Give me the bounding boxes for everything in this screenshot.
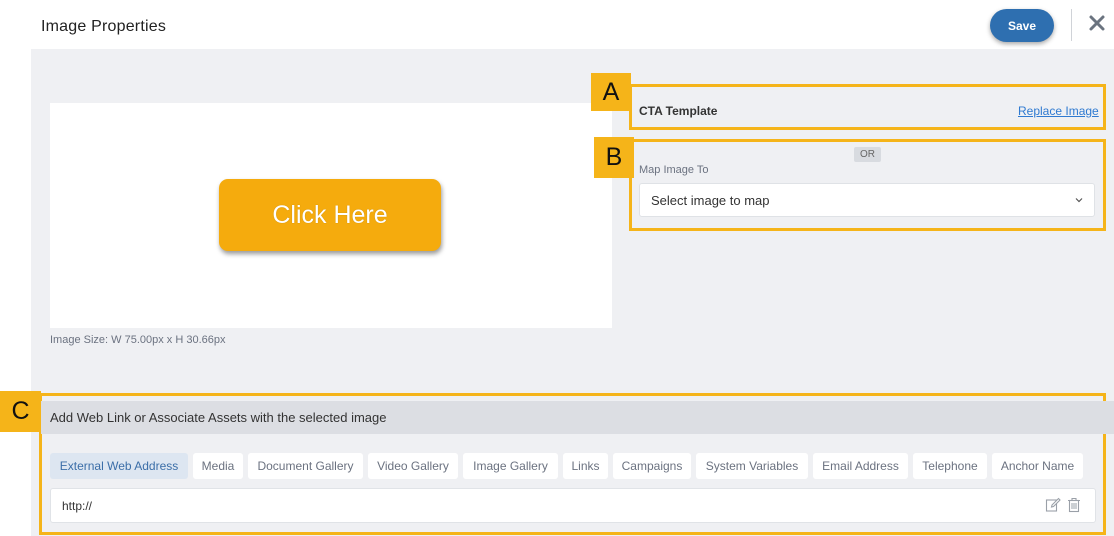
save-button[interactable]: Save [990,9,1054,42]
cta-template-label: CTA Template [639,104,718,118]
replace-image-link[interactable]: Replace Image [1018,104,1099,118]
tab-image-gallery[interactable]: Image Gallery [463,453,558,479]
dialog-title: Image Properties [41,18,167,35]
tab-telephone[interactable]: Telephone [913,453,987,479]
web-address-value: http:// [62,498,93,513]
dialog-header [0,0,1114,49]
header-divider [1071,9,1072,41]
map-image-select-value: Select image to map [651,192,770,208]
tab-media[interactable]: Media [193,453,243,479]
tab-email-address[interactable]: Email Address [813,453,908,479]
trash-icon[interactable] [1067,497,1081,513]
map-image-label: Map Image To [639,164,709,176]
chevron-down-icon [1075,198,1083,203]
annotation-marker-b: B [594,137,634,178]
annotation-marker-c: C [0,391,41,432]
tab-links[interactable]: Links [563,453,608,479]
cta-preview-image: Click Here [219,179,441,251]
map-image-select[interactable]: Select image to map [639,183,1095,217]
assets-section-title: Add Web Link or Associate Assets with th… [50,410,387,425]
tab-document-gallery[interactable]: Document Gallery [248,453,363,479]
annotation-marker-a: A [591,73,631,111]
image-size-text: Image Size: W 75.00px x H 30.66px [50,334,226,346]
or-badge: OR [854,147,881,162]
tab-campaigns[interactable]: Campaigns [613,453,691,479]
web-address-field[interactable]: http:// [50,488,1096,523]
close-icon[interactable] [1086,12,1108,34]
tab-video-gallery[interactable]: Video Gallery [368,453,458,479]
tab-external-web-address[interactable]: External Web Address [50,453,188,479]
tab-anchor-name[interactable]: Anchor Name [992,453,1083,479]
edit-icon[interactable] [1045,497,1061,513]
tab-system-variables[interactable]: System Variables [696,453,808,479]
